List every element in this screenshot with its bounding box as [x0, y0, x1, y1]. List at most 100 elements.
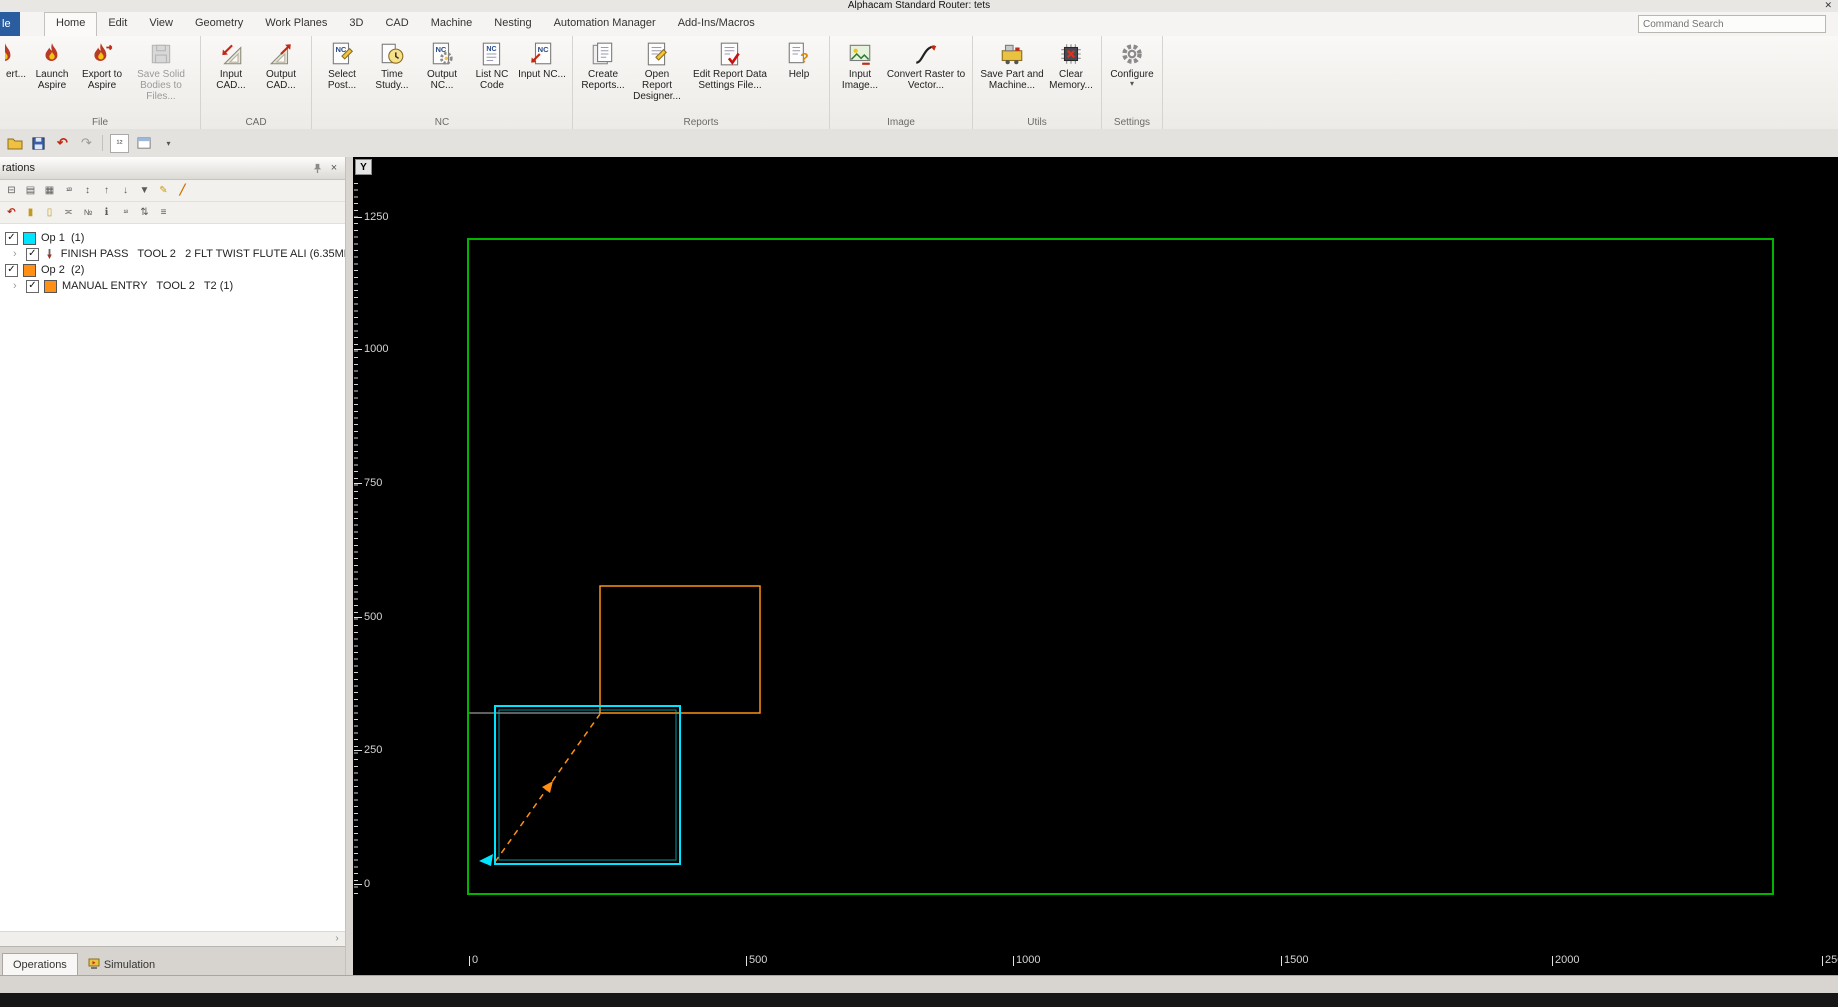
edit-report-data-settings-button[interactable]: Edit Report Data Settings File... — [686, 39, 774, 93]
tab-file[interactable]: le — [0, 12, 20, 36]
drawing-canvas[interactable]: Y 1250 1000 750 500 250 0 0 500 1000 150… — [353, 157, 1838, 975]
resequence-icon[interactable]: ¹⁸ — [117, 204, 134, 221]
time-study-button[interactable]: Time Study... — [367, 39, 417, 93]
info-icon[interactable]: ℹ — [98, 204, 115, 221]
op2-label[interactable]: Op 2 (2) — [41, 264, 84, 276]
output-nc-button[interactable]: NC Output NC... — [417, 39, 467, 93]
renumber-icon[interactable]: ¹²³ — [60, 182, 77, 199]
manual-entry-label[interactable]: MANUAL ENTRY TOOL 2 T2 (1) — [62, 280, 233, 292]
collapse-all-icon[interactable]: ⊟ — [3, 182, 20, 199]
panel-horizontal-scrollbar[interactable]: › — [0, 931, 345, 947]
menubar-spacer — [766, 12, 1638, 36]
toolbar-options-icon[interactable]: ▾ — [160, 135, 177, 152]
button-label: Input Image... — [841, 69, 879, 91]
select-post-button[interactable]: NC Select Post... — [317, 39, 367, 93]
tree-row-manual-entry[interactable]: › MANUAL ENTRY TOOL 2 T2 (1) — [0, 278, 345, 294]
open-file-icon[interactable] — [6, 135, 23, 152]
tab-view[interactable]: View — [138, 12, 184, 36]
expand-chevron-icon[interactable]: › — [13, 247, 21, 261]
tab-work-planes[interactable]: Work Planes — [254, 12, 338, 36]
tab-edit[interactable]: Edit — [97, 12, 138, 36]
unlock-icon[interactable]: ▯ — [41, 204, 58, 221]
list-numbers-icon[interactable]: № — [79, 204, 96, 221]
input-cad-button[interactable]: Input CAD... — [206, 39, 256, 93]
op1-checkbox[interactable] — [5, 231, 18, 245]
swap-order-icon[interactable]: ⇅ — [136, 204, 153, 221]
save-file-icon[interactable] — [30, 135, 47, 152]
edit-icon[interactable]: ✎ — [155, 182, 172, 199]
options-icon[interactable]: ≡ — [155, 204, 172, 221]
sheet-outline[interactable] — [467, 238, 1774, 895]
find-icon[interactable]: ≍ — [60, 204, 77, 221]
open-report-designer-icon — [644, 41, 670, 67]
group-label: CAD — [245, 117, 267, 128]
tab-operations[interactable]: Operations — [2, 953, 78, 975]
launch-aspire-button[interactable]: Launch Aspire — [27, 39, 77, 93]
export-to-aspire-button[interactable]: Export to Aspire — [77, 39, 127, 93]
scroll-right-icon[interactable]: › — [330, 933, 344, 945]
open-report-designer-button[interactable]: Open Report Designer... — [628, 39, 686, 104]
tab-simulation[interactable]: Simulation — [78, 954, 165, 975]
input-nc-button[interactable]: NC Input NC... — [517, 39, 567, 82]
cyan-toolpath-rect[interactable] — [494, 705, 681, 865]
group-label: Utils — [1027, 117, 1047, 128]
op2-checkbox[interactable] — [5, 263, 18, 277]
ribbon-group-image: Input Image... Convert Raster to Vector.… — [830, 36, 973, 129]
orange-geometry-rect[interactable] — [599, 585, 761, 714]
finish-pass-checkbox[interactable] — [25, 247, 39, 261]
undo-op-icon[interactable]: ↶ — [3, 204, 20, 221]
worksheet-icon[interactable]: ▦ — [41, 182, 58, 199]
finish-pass-label[interactable]: FINISH PASS TOOL 2 2 FLT TWIST FLUTE ALI… — [61, 248, 345, 260]
tree-row-op2[interactable]: Op 2 (2) — [0, 262, 345, 278]
list-nc-code-button[interactable]: NC List NC Code — [467, 39, 517, 93]
op2-color-swatch[interactable] — [23, 263, 36, 277]
redo-icon[interactable]: ↷ — [78, 135, 95, 152]
new-window-icon[interactable] — [136, 135, 153, 152]
tab-cad[interactable]: CAD — [374, 12, 419, 36]
tab-machine[interactable]: Machine — [420, 12, 484, 36]
tab-home[interactable]: Home — [44, 12, 98, 37]
simulation-icon — [88, 957, 100, 972]
command-search-input[interactable] — [1638, 15, 1826, 33]
move-up-icon[interactable]: ↑ — [98, 182, 115, 199]
tree-row-op1[interactable]: Op 1 (1) — [0, 230, 345, 246]
window-close-icon[interactable]: ✕ — [1824, 0, 1832, 11]
cut-off-button[interactable]: ert... — [5, 39, 27, 82]
levels-icon[interactable]: ¹² — [110, 133, 129, 153]
panel-canvas-divider[interactable] — [346, 157, 353, 975]
undo-icon[interactable]: ↶ — [54, 135, 71, 152]
configure-button[interactable]: Configure ▾ — [1107, 39, 1157, 90]
tab-operations-label: Operations — [13, 958, 67, 971]
tab-add-ins-macros[interactable]: Add-Ins/Macros — [667, 12, 766, 36]
button-label: ert... — [6, 69, 27, 80]
tab-3d[interactable]: 3D — [338, 12, 374, 36]
close-panel-icon[interactable]: × — [327, 161, 341, 175]
save-part-and-machine-button[interactable]: Save Part and Machine... — [978, 39, 1046, 93]
help-button[interactable]: ? Help — [774, 39, 824, 82]
report-icon[interactable]: ▤ — [22, 182, 39, 199]
manual-entry-checkbox[interactable] — [26, 279, 39, 293]
window-title: Alphacam Standard Router: tets — [847, 0, 991, 11]
expand-tree-icon[interactable]: ▼ — [136, 182, 153, 199]
lock-icon[interactable]: ▮ — [22, 204, 39, 221]
pin-icon[interactable] — [310, 161, 324, 175]
convert-raster-to-vector-button[interactable]: Convert Raster to Vector... — [885, 39, 967, 93]
tab-nesting[interactable]: Nesting — [483, 12, 542, 36]
select-post-icon: NC — [329, 41, 355, 67]
create-reports-button[interactable]: Create Reports... — [578, 39, 628, 93]
expand-chevron-icon[interactable]: › — [13, 279, 21, 293]
op1-color-swatch[interactable] — [23, 231, 36, 245]
sort-icon[interactable]: ↕ — [79, 182, 96, 199]
op1-label[interactable]: Op 1 (1) — [41, 232, 84, 244]
tab-geometry[interactable]: Geometry — [184, 12, 254, 36]
tab-automation-manager[interactable]: Automation Manager — [543, 12, 667, 36]
output-cad-button[interactable]: Output CAD... — [256, 39, 306, 93]
tree-row-finish-pass[interactable]: › FINISH PASS TOOL 2 2 FLT TWIST FLUTE A… — [0, 246, 345, 262]
move-down-icon[interactable]: ↓ — [117, 182, 134, 199]
save-solid-bodies-button[interactable]: Save Solid Bodies to Files... — [127, 39, 195, 104]
toolpath-start-arrow-icon — [479, 854, 493, 866]
input-image-button[interactable]: Input Image... — [835, 39, 885, 93]
input-nc-icon: NC — [529, 41, 555, 67]
clear-memory-button[interactable]: Clear Memory... — [1046, 39, 1096, 93]
highlight-icon[interactable]: ╱ — [174, 182, 191, 199]
